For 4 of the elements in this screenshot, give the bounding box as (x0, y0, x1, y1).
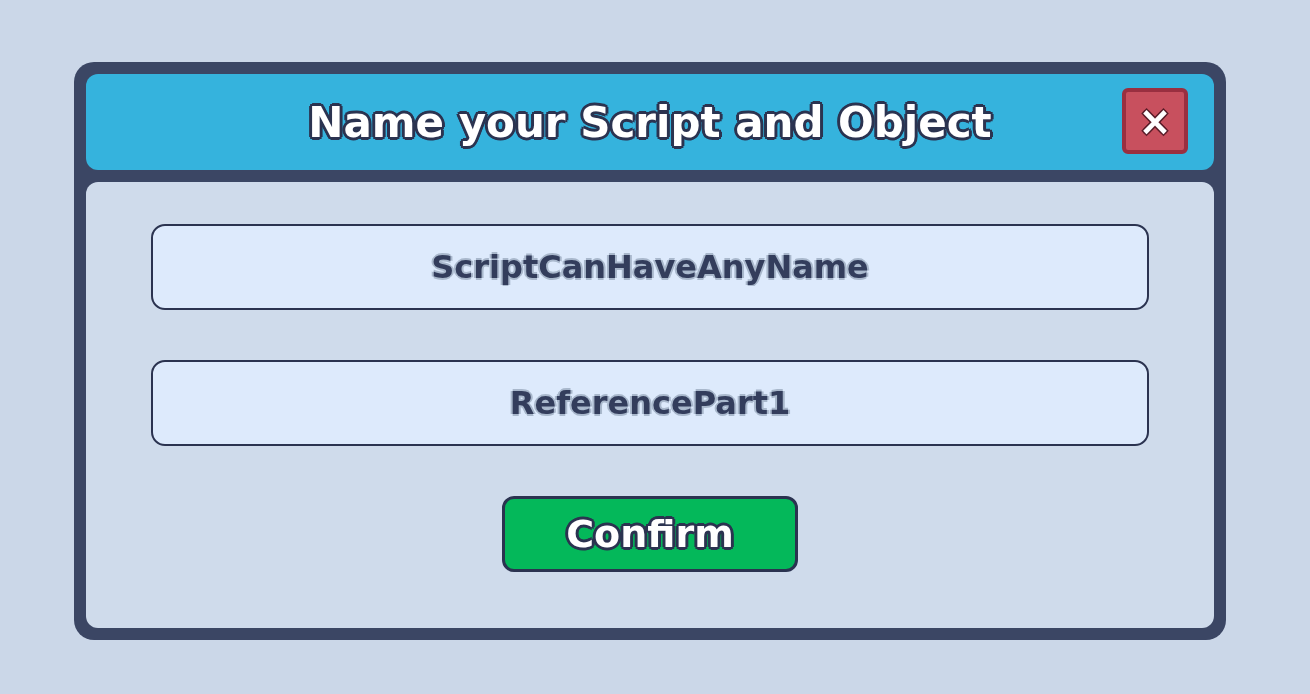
dialog-title: Name your Script and Object (308, 97, 992, 147)
input-field[interactable]: ReferencePart1 (151, 360, 1149, 446)
input-field[interactable]: ScriptCanHaveAnyName (151, 224, 1149, 310)
close-button[interactable]: × (1122, 88, 1188, 154)
